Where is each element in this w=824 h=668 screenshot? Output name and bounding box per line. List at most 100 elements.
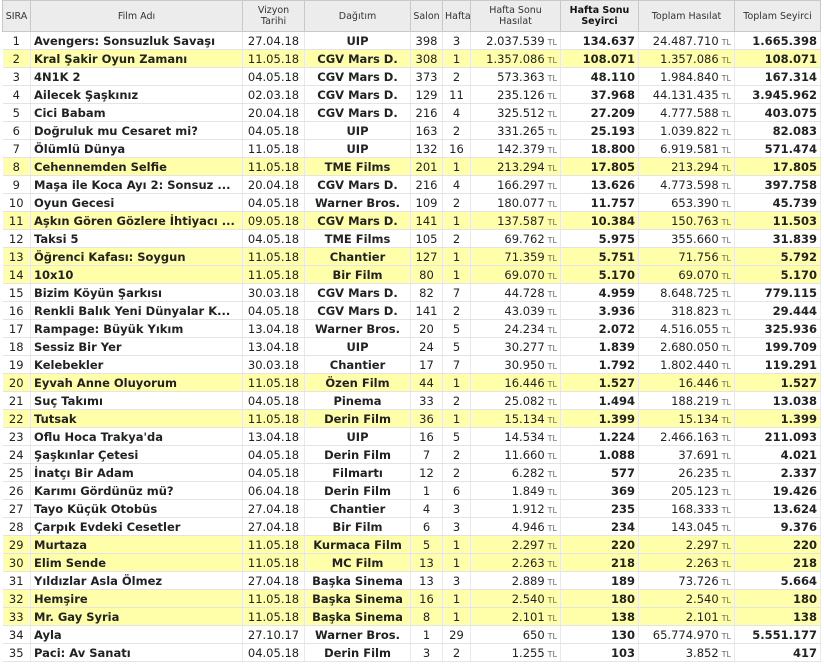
distributor-link[interactable]: CGV Mars D. [304,85,411,104]
total-admissions-cell: 45.739 [734,193,821,212]
distributor-link[interactable]: Başka Sinema [304,571,411,590]
header-week[interactable]: Hafta [442,0,471,32]
weekend-gross-cell-text: 2.540 [511,591,545,606]
distributor-link[interactable]: UIP [304,427,411,446]
release-date-cell-text: 11.05.18 [247,141,300,156]
screens-cell-text: 82 [419,285,434,300]
total-gross-cell-text: 69.070 [678,267,719,282]
distributor-link[interactable]: MC Film [304,553,411,572]
film-title-link[interactable]: Taksi 5 [30,229,243,248]
distributor-link-text: CGV Mars D. [317,285,398,300]
film-title-link[interactable]: Rampage: Büyük Yıkım [30,319,243,338]
film-title-link[interactable]: Cehennemden Selfie [30,157,243,176]
film-title-link[interactable]: Suç Takımı [30,391,243,410]
film-title-link[interactable]: Aşkın Gören Gözlere İhtiyacı ... [30,211,243,230]
film-title-link[interactable]: Şaşkınlar Çetesi [30,445,243,464]
distributor-link[interactable]: Bir Film [304,517,411,536]
distributor-link[interactable]: CGV Mars D. [304,301,411,320]
film-title-link[interactable]: Avengers: Sonsuzluk Savaşı [30,31,243,50]
film-title-link[interactable]: Mr. Gay Syria [30,607,243,626]
distributor-link[interactable]: Derin Film [304,643,411,662]
distributor-link[interactable]: Chantier [304,355,411,374]
film-title-link[interactable]: Bizim Köyün Şarkısı [30,283,243,302]
film-title-link[interactable]: Ailecek Şaşkınız [30,85,243,104]
film-title-link[interactable]: Sessiz Bir Yer [30,337,243,356]
film-title-link[interactable]: Ölümlü Dünya [30,139,243,158]
distributor-link[interactable]: UIP [304,139,411,158]
distributor-link[interactable]: Warner Bros. [304,625,411,644]
distributor-link[interactable]: TME Films [304,229,411,248]
film-title-link[interactable]: Oflu Hoca Trakya'da [30,427,243,446]
distributor-link[interactable]: Başka Sinema [304,607,411,626]
currency-label: TL [547,37,557,47]
rank-cell-text: 31 [8,573,24,588]
distributor-link[interactable]: Pinema [304,391,411,410]
total-gross-cell-text: 1.802.440 [660,357,719,372]
film-title-link[interactable]: Paci: Av Sanatı [30,643,243,662]
distributor-link[interactable]: Filmartı [304,463,411,482]
distributor-link[interactable]: Bir Film [304,265,411,284]
distributor-link[interactable]: TME Films [304,157,411,176]
distributor-link[interactable]: CGV Mars D. [304,103,411,122]
film-title-link[interactable]: Ayla [30,625,243,644]
header-total-admissions[interactable]: Toplam Seyirci [734,0,821,32]
total-gross-cell-text: 355.660 [671,231,719,246]
film-title-link[interactable]: Karımı Gördünüz mü? [30,481,243,500]
distributor-link[interactable]: Özen Film [304,373,411,392]
rank-cell: 5 [2,103,31,122]
film-title-link[interactable]: Tutsak [30,409,243,428]
film-title-link[interactable]: Tayo Küçük Otobüs [30,499,243,518]
header-screens[interactable]: Salon [410,0,443,32]
film-title-link[interactable]: 10x10 [30,265,243,284]
weekend-admissions-cell: 5.751 [560,247,639,266]
distributor-link[interactable]: Warner Bros. [304,193,411,212]
distributor-link[interactable]: CGV Mars D. [304,211,411,230]
film-title-link[interactable]: Yıldızlar Asla Ölmez [30,571,243,590]
screens-cell-text: 17 [419,357,434,372]
header-title[interactable]: Film Adı [30,0,243,32]
distributor-link[interactable]: Derin Film [304,481,411,500]
film-title-link[interactable]: Elim Sende [30,553,243,572]
header-distributor[interactable]: Dağıtım [304,0,411,32]
header-release[interactable]: Vizyon Tarihi [242,0,305,32]
film-title-link[interactable]: Doğruluk mu Cesaret mi? [30,121,243,140]
header-weekend-admissions[interactable]: Hafta Sonu Seyirci [560,0,639,32]
film-title-link[interactable]: Kral Şakir Oyun Zamanı [30,49,243,68]
film-title-link[interactable]: Oyun Gecesi [30,193,243,212]
distributor-link[interactable]: CGV Mars D. [304,49,411,68]
film-title-link[interactable]: Eyvah Anne Oluyorum [30,373,243,392]
release-date-cell-text: 04.05.18 [247,393,300,408]
film-title-link[interactable]: İnatçı Bir Adam [30,463,243,482]
film-title-link[interactable]: Hemşire [30,589,243,608]
distributor-link[interactable]: Kurmaca Film [304,535,411,554]
film-title-link[interactable]: Çarpık Evdeki Cesetler [30,517,243,536]
distributor-link[interactable]: Chantier [304,499,411,518]
distributor-link[interactable]: UIP [304,121,411,140]
film-title-link[interactable]: 4N1K 2 [30,67,243,86]
film-title-link[interactable]: Öğrenci Kafası: Soygun [30,247,243,266]
total-admissions-cell: 1.399 [734,409,821,428]
distributor-link[interactable]: CGV Mars D. [304,175,411,194]
week-cell: 1 [442,211,471,230]
week-cell: 1 [442,535,471,554]
distributor-link[interactable]: UIP [304,337,411,356]
distributor-link-text: TME Films [324,159,391,174]
film-title-link[interactable]: Maşa ile Koca Ayı 2: Sonsuz ... [30,175,243,194]
header-weekend-gross[interactable]: Hafta Sonu Hasılat [470,0,561,32]
distributor-link[interactable]: Warner Bros. [304,319,411,338]
film-title-link[interactable]: Cici Babam [30,103,243,122]
distributor-link[interactable]: Derin Film [304,409,411,428]
film-title-link[interactable]: Murtaza [30,535,243,554]
film-title-link[interactable]: Kelebekler [30,355,243,374]
film-title-link[interactable]: Renkli Balık Yeni Dünyalar K... [30,301,243,320]
distributor-link[interactable]: CGV Mars D. [304,67,411,86]
header-rank[interactable]: SIRA [2,0,31,32]
week-cell-text: 1 [452,249,461,264]
distributor-link[interactable]: Başka Sinema [304,589,411,608]
distributor-link[interactable]: UIP [304,31,411,50]
distributor-link-text: CGV Mars D. [317,177,398,192]
distributor-link[interactable]: Chantier [304,247,411,266]
header-total-gross[interactable]: Toplam Hasılat [638,0,735,32]
distributor-link[interactable]: CGV Mars D. [304,283,411,302]
distributor-link[interactable]: Derin Film [304,445,411,464]
